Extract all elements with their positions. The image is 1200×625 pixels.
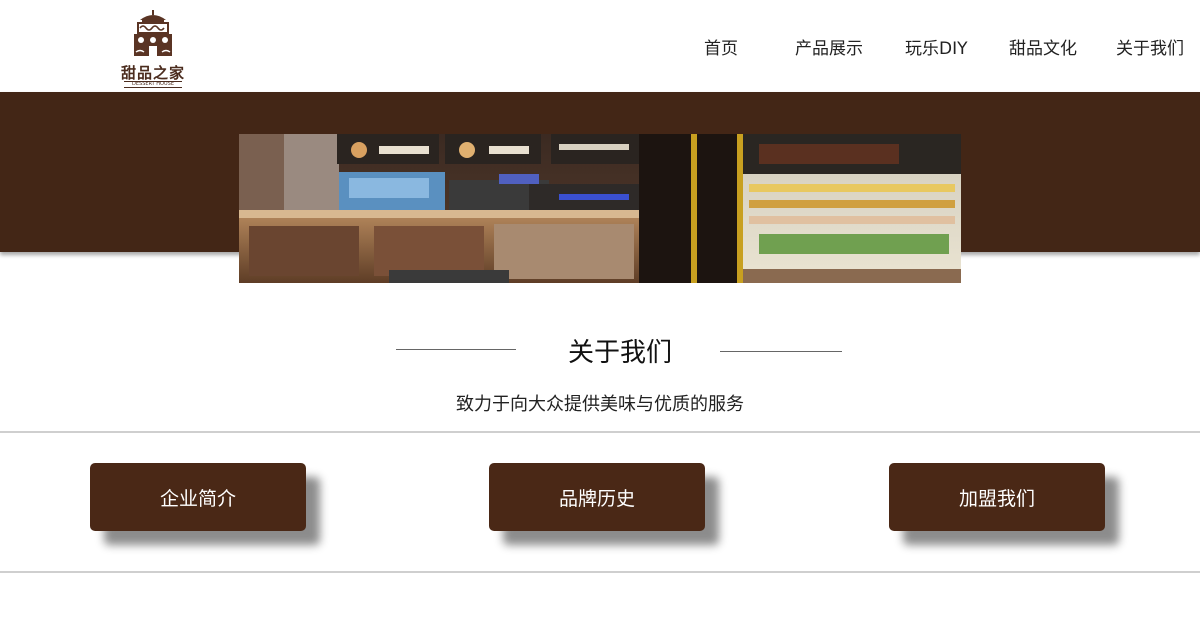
heading-line-left xyxy=(396,349,516,350)
nav-home[interactable]: 首页 xyxy=(704,34,738,59)
brand-history-button[interactable]: 品牌历史 xyxy=(489,463,705,531)
company-intro-button[interactable]: 企业简介 xyxy=(90,463,306,531)
section-divider-bottom xyxy=(0,571,1200,573)
nav-about[interactable]: 关于我们 xyxy=(1116,34,1184,59)
cafe-photo-illustration xyxy=(239,134,961,283)
about-subtitle: 致力于向大众提供美味与优质的服务 xyxy=(456,394,744,415)
about-title: 关于我们 xyxy=(567,338,672,368)
logo-name: 甜品之家 xyxy=(120,64,185,82)
logo-tagline-frame: DESSERT HOUSE xyxy=(124,81,182,88)
logo-tagline: DESSERT HOUSE xyxy=(132,81,174,87)
cafe-interior-photo xyxy=(239,134,961,283)
about-heading: 关于我们 xyxy=(0,330,1200,370)
join-us-button[interactable]: 加盟我们 xyxy=(889,463,1105,531)
nav-products[interactable]: 产品展示 xyxy=(795,34,863,59)
nav-diy[interactable]: 玩乐DIY xyxy=(905,34,968,59)
heading-line-right xyxy=(720,351,842,352)
main-nav: 首页 产品展示 玩乐DIY 甜品文化 关于我们 xyxy=(0,34,1200,60)
site-header: 甜品之家 DESSERT HOUSE 首页 产品展示 玩乐DIY 甜品文化 关于… xyxy=(0,0,1200,92)
section-divider-top xyxy=(0,431,1200,433)
nav-culture[interactable]: 甜品文化 xyxy=(1009,34,1077,59)
